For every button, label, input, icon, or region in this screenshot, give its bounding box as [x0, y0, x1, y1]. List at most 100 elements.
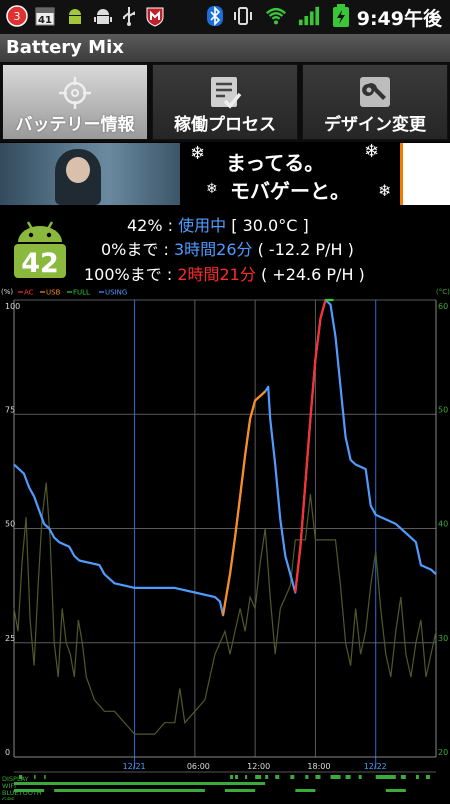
x-tick-label: 12/22 [364, 762, 387, 771]
status-time: 9:49午後 [356, 8, 442, 30]
svg-text:3: 3 [14, 10, 21, 23]
tab-battery-info[interactable]: バッテリー情報 [2, 64, 148, 140]
left-tick-label: 100 [5, 302, 20, 311]
x-tick-label: 12:00 [247, 762, 270, 771]
notification-badge-icon[interactable]: 3 [6, 5, 28, 27]
activity-display-segment [230, 775, 234, 779]
android-robot-icon[interactable] [92, 5, 114, 27]
activity-display-segment [275, 775, 280, 779]
activity-display-segment [235, 775, 239, 779]
banner-line2: モバゲーと。 [230, 179, 350, 203]
banner-face [66, 157, 90, 183]
activity-bluetooth-segment [295, 789, 316, 792]
banner-ad[interactable]: ❄ ❄ ❄ ❄ まってる。 モバゲーと。 [0, 143, 450, 205]
to-full-time: 2時間21分 [177, 265, 256, 284]
battery-charging-icon[interactable] [330, 4, 352, 27]
activity-display-segment [400, 775, 406, 779]
left-axis-unit: (%) [1, 288, 13, 296]
activity-bluetooth-segment [225, 789, 256, 792]
activity-bluetooth-segment [54, 789, 205, 792]
separator: : [161, 265, 178, 284]
activity-display-segment [375, 775, 396, 779]
x-tick-label: 12/21 [123, 762, 146, 771]
tab-label: バッテリー情報 [15, 115, 135, 135]
svg-text:41: 41 [38, 15, 52, 26]
activity-display-segment [305, 775, 309, 779]
activity-display-segment [415, 775, 419, 779]
left-tick-label: 75 [5, 405, 15, 414]
left-tick-label: 50 [5, 520, 15, 529]
signal-bars-icon[interactable] [298, 5, 320, 27]
android-robot-icon[interactable] [64, 5, 86, 27]
battery-status: 使用中 [178, 216, 227, 235]
left-tick-label: 25 [5, 634, 15, 643]
checklist-icon [211, 77, 242, 109]
separator: : [162, 216, 179, 235]
series-ac-line [294, 299, 327, 593]
vibrate-icon[interactable] [232, 5, 254, 27]
activity-display-segment [345, 775, 351, 779]
activity-bluetooth-segment [385, 789, 406, 792]
tab-change-design[interactable]: デザイン変更 [302, 64, 448, 140]
banner-photo [0, 143, 180, 205]
activity-display-segment [330, 775, 341, 779]
legend-entry: AC [24, 289, 34, 297]
snowflake-icon: ❄ [206, 181, 218, 197]
banner-side-panel [400, 143, 450, 205]
svg-text:42: 42 [21, 248, 59, 278]
to-empty-rate: ( -12.2 P/H ) [257, 240, 354, 259]
right-axis-unit: (°C) [436, 288, 450, 296]
activity-display-segment [358, 775, 362, 779]
battery-history-chart[interactable]: 100 75 50 25 0 60 50 40 30 20 (%) (°C) AC USB FULL USIN… [0, 286, 450, 804]
battery-temp: [ 30.0°C ] [231, 216, 309, 235]
activity-display-segment [265, 775, 269, 779]
to-full-rate: ( +24.6 P/H ) [260, 265, 365, 284]
activity-display-segment [315, 775, 321, 779]
battery-percent: 42% [127, 216, 163, 235]
tab-running-processes[interactable]: 稼働プロセス [152, 64, 298, 140]
usb-icon[interactable] [118, 5, 140, 27]
legend-entry: USING [105, 289, 127, 297]
right-tick-label: 50 [438, 405, 448, 414]
title-bar: Battery Mix [0, 34, 450, 63]
activity-display-segment [44, 775, 46, 779]
left-tick-label: 0 [5, 748, 10, 757]
to-empty-label: 0%まで [101, 240, 159, 259]
to-full-label: 100%まで [84, 265, 162, 284]
activity-display-segment [255, 775, 262, 779]
calendar-icon[interactable]: 41 [34, 5, 56, 27]
wrench-icon [360, 77, 390, 107]
tab-label: 稼働プロセス [174, 115, 276, 135]
separator: : [158, 240, 174, 259]
snowflake-icon: ❄ [364, 143, 380, 162]
status-bar: 3 41 9:49午後 [0, 0, 450, 35]
empty-group: 0%まで : 3時間26分 ( -12.2 P/H ) [101, 236, 354, 260]
wifi-icon[interactable] [265, 5, 287, 27]
status-group: 42% : 使用中 [ 30.0°C ] [127, 212, 309, 236]
activity-display-segment [34, 775, 36, 779]
activity-display-segment [425, 775, 430, 779]
mcafee-shield-icon[interactable] [144, 5, 166, 27]
activity-display-segment [245, 775, 248, 779]
activity-bluetooth-segment [14, 789, 45, 792]
activity-display-segment [19, 775, 23, 779]
right-tick-label: 20 [438, 748, 448, 757]
crosshair-icon [59, 77, 91, 109]
android-battery-icon: 42 [14, 221, 66, 278]
series-usb-line [221, 390, 266, 616]
activity-wifi-segment [14, 782, 266, 785]
snowflake-icon: ❄ [190, 143, 206, 164]
snowflake-icon: ❄ [378, 181, 392, 200]
right-tick-label: 60 [438, 302, 448, 311]
bluetooth-icon[interactable] [204, 5, 226, 27]
tab-bar: バッテリー情報 稼働プロセス デザイン変更 [0, 62, 450, 142]
to-empty-time: 3時間26分 [173, 240, 253, 259]
chart-canvas: 100 75 50 25 0 60 50 40 30 20 (%) (°C) AC USB FULL USIN… [1, 288, 450, 804]
full-group: 100%まで : 2時間21分 ( +24.6 P/H ) [84, 261, 365, 285]
tab-label: デザイン変更 [324, 115, 426, 135]
right-tick-label: 40 [438, 520, 448, 529]
app-title: Battery Mix [6, 37, 124, 58]
banner-text: ❄ ❄ ❄ ❄ まってる。 モバゲーと。 [186, 143, 400, 205]
x-tick-label: 18:00 [307, 762, 330, 771]
activity-display-segment [290, 775, 295, 779]
